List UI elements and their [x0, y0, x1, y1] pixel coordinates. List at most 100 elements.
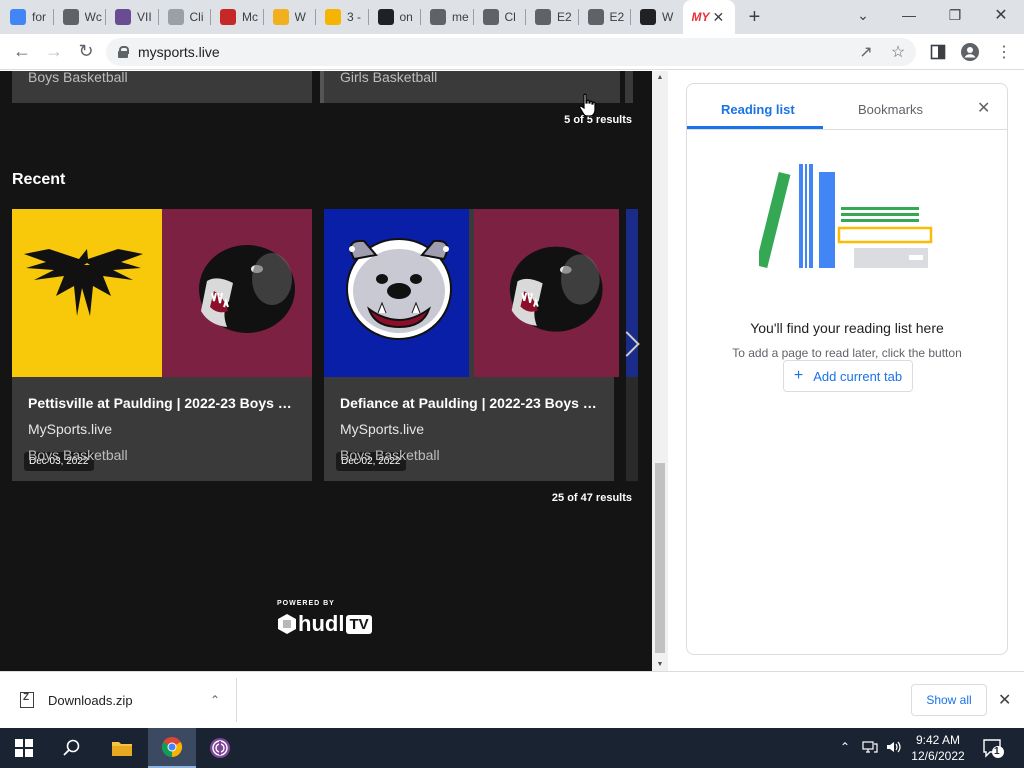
back-button[interactable]: ←	[6, 36, 38, 68]
video-card[interactable]: Dec 02, 2022 Defiance at Paulding | 2022…	[324, 209, 619, 481]
tab-reading-list[interactable]: Reading list	[721, 102, 795, 117]
menu-icon[interactable]: ⋮	[990, 38, 1018, 66]
scrollbar-thumb[interactable]	[655, 463, 665, 653]
tab-title: 3 -	[347, 10, 362, 24]
chevron-up-icon[interactable]: ⌃	[210, 693, 220, 707]
scroll-up-icon[interactable]: ▲	[655, 74, 665, 81]
browser-tab[interactable]: W	[262, 0, 316, 34]
add-current-tab-button[interactable]: + Add current tab	[783, 360, 913, 392]
google-icon	[10, 9, 26, 25]
restore-button[interactable]: ❐	[932, 0, 978, 30]
browser-tab[interactable]: Mc	[210, 0, 263, 34]
blackbird-logo	[24, 249, 143, 316]
browser-tab[interactable]: E2	[525, 0, 578, 34]
notifications-icon[interactable]: 1	[982, 738, 1004, 758]
file-explorer-button[interactable]	[98, 728, 146, 768]
folder-icon	[112, 742, 132, 756]
clock-date: 12/6/2022	[911, 749, 965, 763]
card-sport: Boys Basketball	[28, 447, 128, 463]
browser-tab[interactable]: on	[367, 0, 421, 34]
start-button[interactable]	[0, 728, 48, 768]
browser-tab[interactable]: Cl	[472, 0, 526, 34]
network-icon[interactable]	[862, 740, 878, 757]
hand-cursor-icon	[578, 93, 596, 117]
browser-tab[interactable]: for	[0, 0, 53, 34]
show-all-button[interactable]: Show all	[911, 684, 987, 716]
close-window-button[interactable]: ✕	[978, 0, 1024, 30]
zip-file-icon	[20, 692, 34, 708]
minimize-button[interactable]: —	[886, 0, 932, 30]
page-scrollbar[interactable]: ▲ ▼	[652, 71, 668, 671]
search-button[interactable]	[48, 728, 96, 768]
download-shelf: Downloads.zip ⌃ Show all ✕	[0, 671, 1024, 728]
card-sport: Boys Basketball	[28, 71, 128, 85]
tab-title: W	[662, 10, 674, 24]
browser-tab[interactable]: VII	[105, 0, 158, 34]
download-item[interactable]: Downloads.zip ⌃	[0, 678, 237, 722]
globe-icon	[430, 9, 446, 25]
dots-icon	[62, 9, 79, 25]
ts-icon	[220, 9, 236, 25]
profile-icon[interactable]	[956, 38, 984, 66]
figure-icon	[640, 9, 656, 25]
hudl-brand-text: hudl	[298, 611, 345, 636]
browser-tab[interactable]: Wc	[52, 0, 106, 34]
team-logo-right	[474, 209, 619, 377]
tab-title: Wc	[84, 10, 102, 24]
carousel-next-icon[interactable]	[612, 323, 644, 367]
browser-tab[interactable]: MY ✕	[682, 0, 735, 34]
download-filename: Downloads.zip	[48, 692, 133, 708]
browser-tab[interactable]: E2	[577, 0, 631, 34]
side-panel: Reading list Bookmarks ✕ You'll find you…	[668, 71, 1024, 671]
scroll-down-icon[interactable]: ▼	[655, 661, 665, 668]
add-current-tab-label: Add current tab	[813, 368, 903, 384]
card-sport: Girls Basketball	[340, 71, 438, 85]
share-icon[interactable]: ↗	[852, 38, 880, 66]
empty-state-subtext: To add a page to read later, click the b…	[732, 346, 962, 360]
card-title[interactable]: Pettisville at Paulding | 2022-23 Boys B…	[28, 395, 300, 411]
tab-title: on	[399, 10, 413, 24]
browser-tab[interactable]: me	[420, 0, 473, 34]
chrome-taskbar-button[interactable]	[148, 728, 196, 768]
address-bar[interactable]: mysports.live	[106, 38, 916, 66]
tab-search-icon[interactable]: ⌄	[840, 0, 886, 30]
tab-title: me	[452, 10, 469, 24]
team-logo-left	[12, 209, 162, 377]
video-card[interactable]: Dec 03, 2022 Pettisville at Paulding | 2…	[12, 209, 312, 481]
close-panel-icon[interactable]: ✕	[977, 98, 990, 118]
forward-button[interactable]: →	[38, 36, 70, 68]
hudl-tv-text: TV	[346, 614, 372, 634]
browser-tab[interactable]: 3 -	[315, 0, 368, 34]
hudl-tv-logo[interactable]: hudl TV	[276, 611, 372, 637]
tray-chevron-icon[interactable]: ⌃	[840, 740, 850, 754]
section-title: Recent	[12, 171, 66, 188]
card-title[interactable]: Defiance at Paulding | 2022-23 Boys Bask…	[340, 395, 606, 411]
tor-taskbar-button[interactable]	[196, 728, 244, 768]
reading-list-panel: Reading list Bookmarks ✕ You'll find you…	[686, 83, 1008, 655]
windows-taskbar: ⌃ 9:42 AM 12/6/2022 1	[0, 728, 1024, 768]
close-shelf-icon[interactable]: ✕	[998, 690, 1011, 710]
tab-bookmarks[interactable]: Bookmarks	[858, 102, 923, 117]
note-icon	[325, 9, 341, 25]
prev-card[interactable]: Girls Basketball	[320, 71, 620, 103]
close-tab-icon[interactable]: ✕	[713, 9, 725, 26]
bulldog-logo	[346, 238, 452, 340]
lock-icon[interactable]	[118, 46, 129, 58]
taskbar-clock[interactable]: 9:42 AM 12/6/2022	[905, 732, 971, 764]
prev-card-peek[interactable]	[625, 71, 633, 103]
card-sport: Boys Basketball	[340, 447, 440, 463]
bookmark-star-icon[interactable]: ☆	[884, 38, 912, 66]
mysports-icon: MY	[691, 10, 710, 24]
browser-tab[interactable]: W	[630, 0, 683, 34]
card-source: MySports.live	[340, 421, 425, 437]
volume-icon[interactable]	[886, 740, 902, 757]
clock-time: 9:42 AM	[915, 733, 961, 747]
new-tab-button[interactable]: +	[735, 6, 775, 29]
side-panel-icon[interactable]	[924, 38, 952, 66]
reload-button[interactable]: ↻	[70, 36, 102, 68]
divider	[687, 129, 1007, 130]
badge-icon	[115, 9, 131, 25]
tor-icon	[210, 738, 230, 758]
prev-card[interactable]: Boys Basketball	[12, 71, 312, 103]
browser-tab[interactable]: Cli	[157, 0, 211, 34]
